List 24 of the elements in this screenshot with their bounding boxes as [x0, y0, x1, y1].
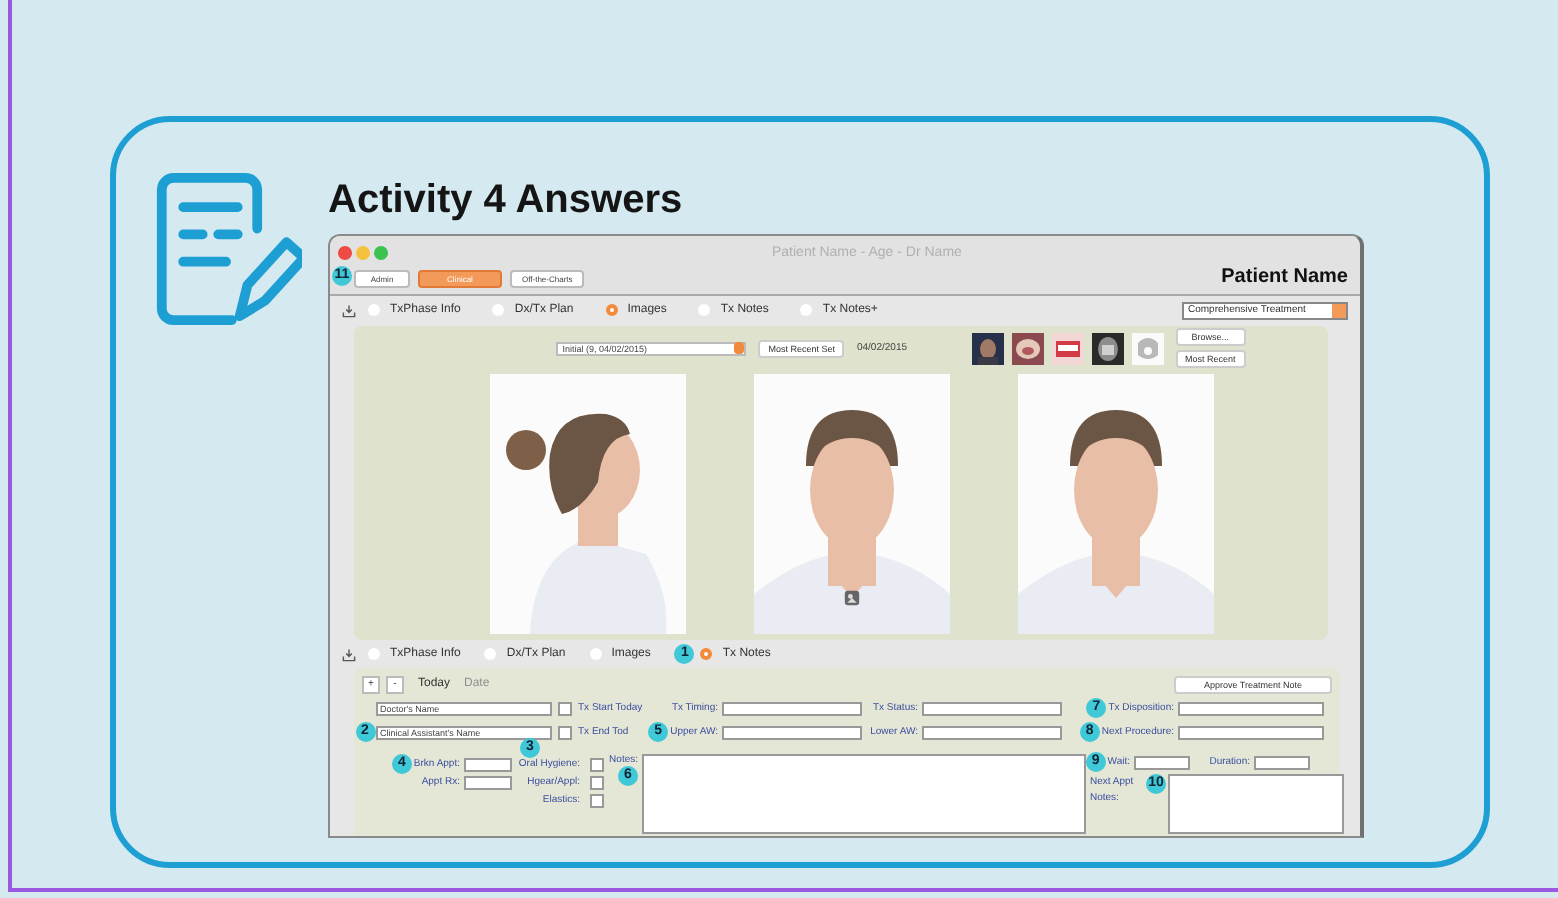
text-area[interactable]: [1168, 774, 1344, 834]
slide-title: Activity 4 Answers: [328, 176, 685, 226]
checkbox[interactable]: [590, 757, 604, 771]
download-icon[interactable]: [342, 303, 356, 317]
zoom-button[interactable]: [374, 245, 388, 259]
input-field[interactable]: [722, 701, 862, 715]
input-field[interactable]: [722, 725, 862, 739]
input-field[interactable]: [1254, 755, 1310, 769]
input-field[interactable]: [1178, 701, 1324, 715]
input-field[interactable]: [464, 775, 512, 789]
checkbox[interactable]: [590, 793, 604, 807]
input-field[interactable]: [1134, 755, 1190, 769]
checkbox[interactable]: [558, 725, 572, 739]
patient-name: Patient Name: [1221, 266, 1348, 288]
input-field[interactable]: [1178, 725, 1324, 739]
checkbox[interactable]: [590, 775, 604, 789]
input-field[interactable]: [464, 757, 512, 771]
text-area[interactable]: [642, 754, 1086, 834]
download-icon[interactable]: [342, 647, 356, 661]
checkbox[interactable]: [558, 701, 572, 715]
input-field[interactable]: [922, 701, 1062, 715]
close-button[interactable]: [338, 245, 352, 259]
document-pencil-icon: [154, 170, 302, 330]
input-field[interactable]: [922, 725, 1062, 739]
